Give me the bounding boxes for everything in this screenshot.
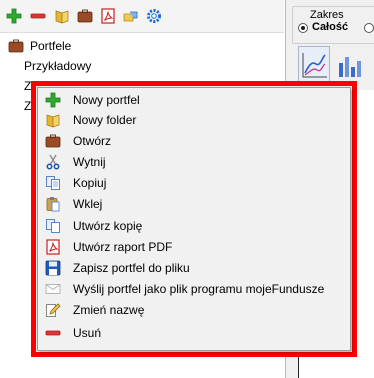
new-folder-icon <box>45 112 61 128</box>
menu-item-label: Wytnij <box>73 155 106 169</box>
menu-item-label: Nowy folder <box>73 113 137 127</box>
tree-root-portfele[interactable]: Portfele <box>8 37 168 55</box>
menu-item-send-file[interactable]: Wyślij portfel jako plik programu mojeFu… <box>40 278 348 300</box>
scissors-icon <box>45 154 61 170</box>
menu-item-label: Zmień nazwę <box>73 303 145 317</box>
menu-item-save-to-file[interactable]: Zapisz portfel do pliku <box>40 257 348 279</box>
pdf-icon <box>45 239 61 255</box>
menu-item-label: Nowy portfel <box>73 93 140 107</box>
line-chart-icon <box>302 53 327 78</box>
context-menu: Nowy portfel Nowy folder Otwórz Wytnij K… <box>37 87 351 351</box>
menu-item-label: Zapisz portfel do pliku <box>73 261 190 275</box>
paste-icon <box>45 196 61 212</box>
menu-item-label: Usuń <box>73 326 102 340</box>
portfolio-icon[interactable] <box>77 8 93 24</box>
menu-item-open[interactable]: Otwórz <box>40 130 348 152</box>
menu-item-rename[interactable]: Zmień nazwę <box>40 299 348 321</box>
toolbar <box>0 0 284 33</box>
menu-item-copy[interactable]: Kopiuj <box>40 172 348 194</box>
settings-gear-icon[interactable] <box>146 8 162 24</box>
new-folder-icon[interactable] <box>54 8 70 24</box>
menu-item-new-portfolio[interactable]: Nowy portfel <box>40 89 348 111</box>
menu-item-duplicate[interactable]: Utwórz kopię <box>40 215 348 237</box>
radio-all[interactable] <box>298 23 308 33</box>
portfolio-icon <box>8 38 24 54</box>
range-group-label: Zakres <box>307 9 347 21</box>
menu-item-pdf-report[interactable]: Utwórz raport PDF <box>40 236 348 258</box>
menu-item-label: Otwórz <box>73 134 112 148</box>
line-chart-button[interactable] <box>298 46 330 82</box>
pdf-icon[interactable] <box>100 8 116 24</box>
menu-item-label: Kopiuj <box>73 176 107 190</box>
remove-icon <box>45 325 61 341</box>
bar-chart-button[interactable] <box>334 46 366 82</box>
tree-item-przykladowy[interactable]: Przykładowy <box>24 57 164 75</box>
menu-item-new-folder[interactable]: Nowy folder <box>40 109 348 131</box>
duplicate-icon <box>45 218 61 234</box>
import-icon[interactable] <box>123 8 139 24</box>
radio-option[interactable] <box>364 23 374 33</box>
tree-item-label: Przykładowy <box>24 59 92 73</box>
tree-root-label: Portfele <box>30 39 72 53</box>
menu-item-label: Wyślij portfel jako plik programu mojeFu… <box>73 282 325 296</box>
menu-item-label: Utwórz kopię <box>73 219 143 233</box>
copy-icon <box>45 175 61 191</box>
menu-item-cut[interactable]: Wytnij <box>40 151 348 173</box>
envelope-icon <box>45 281 61 297</box>
radio-all-label: Całość <box>312 21 349 33</box>
menu-item-paste[interactable]: Wklej <box>40 193 348 215</box>
rename-pencil-icon <box>45 302 61 318</box>
add-icon <box>45 92 61 108</box>
menu-item-label: Utwórz raport PDF <box>73 240 173 254</box>
floppy-disk-icon <box>45 260 61 276</box>
portfolio-icon <box>45 133 61 149</box>
menu-item-label: Wklej <box>73 197 103 211</box>
bar-chart-icon <box>339 57 361 77</box>
remove-icon[interactable] <box>30 8 46 24</box>
menu-item-delete[interactable]: Usuń <box>40 322 348 344</box>
add-icon[interactable] <box>6 8 22 24</box>
